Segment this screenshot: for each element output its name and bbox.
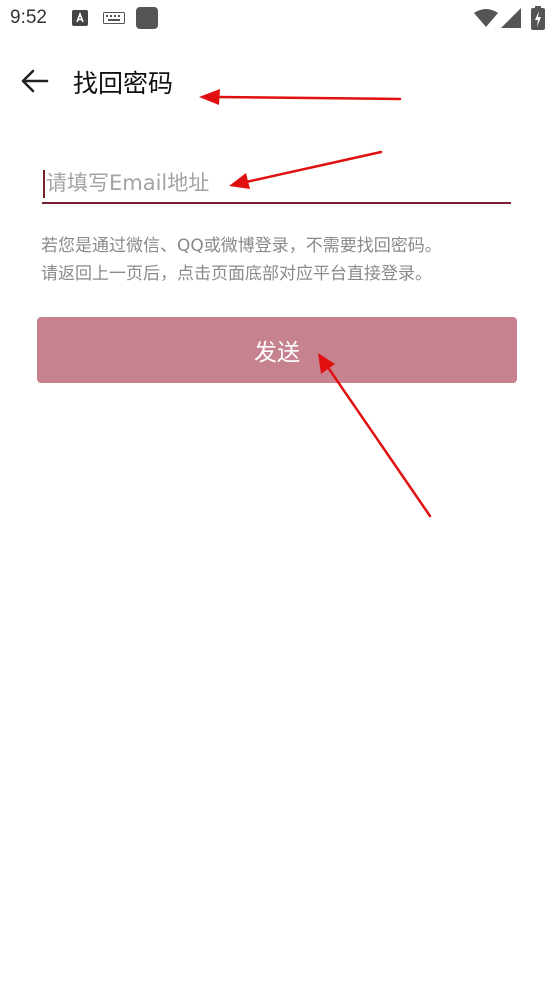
app-icon — [136, 7, 158, 29]
keyboard-icon — [103, 12, 125, 24]
hint-line-1: 若您是通过微信、QQ或微博登录，不需要找回密码。 — [41, 236, 442, 256]
send-button[interactable]: 发送 — [37, 317, 517, 383]
wifi-icon — [474, 9, 498, 27]
annotation-arrow-button — [325, 364, 432, 518]
back-button[interactable] — [14, 60, 56, 102]
signal-icon — [501, 8, 521, 28]
page-title: 找回密码 — [73, 69, 174, 98]
toolbar: 找回密码 — [0, 52, 554, 108]
annotation-arrows — [199, 89, 432, 518]
status-bar: 9:52 — [0, 0, 554, 38]
arrow-left-icon — [21, 69, 49, 93]
status-time: 9:52 — [10, 7, 47, 28]
a11y-icon — [72, 10, 88, 26]
text-caret — [43, 170, 45, 198]
email-input[interactable] — [42, 164, 511, 204]
hint-text: 若您是通过微信、QQ或微博登录，不需要找回密码。 请返回上一页后，点击页面底部对… — [41, 232, 521, 288]
battery-icon — [531, 6, 545, 30]
hint-line-2: 请返回上一页后，点击页面底部对应平台直接登录。 — [41, 264, 432, 284]
